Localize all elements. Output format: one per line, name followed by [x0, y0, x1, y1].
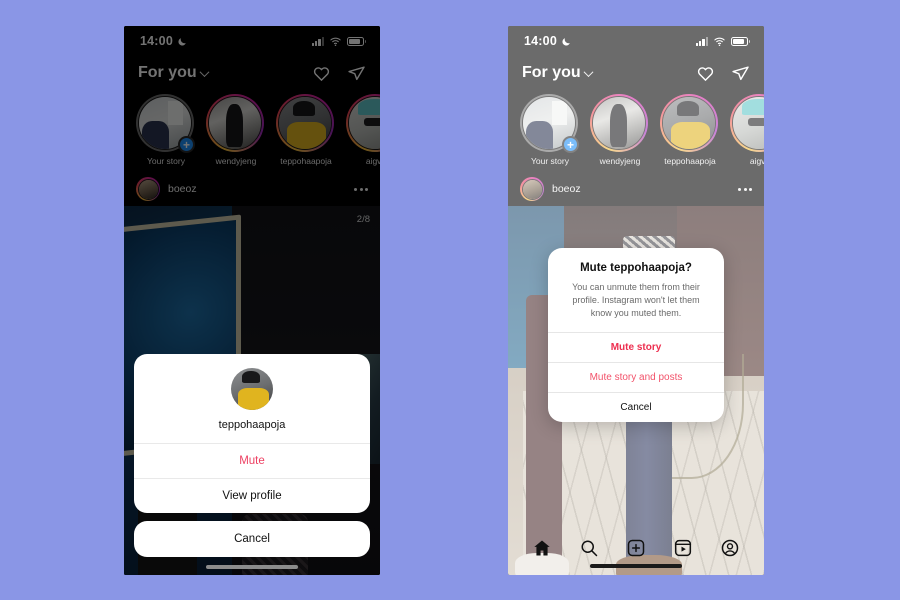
avatar — [348, 96, 380, 150]
action-sheet-username: teppohaapoja — [218, 419, 286, 431]
screenshot-canvas: 14:00 For you + Your story wendyjeng tep… — [0, 0, 900, 600]
feed-selector[interactable]: For you — [138, 64, 210, 82]
home-indicator — [590, 564, 682, 568]
story-item-teppohaapoja[interactable]: teppohaapoja — [660, 94, 720, 166]
avatar — [662, 96, 716, 150]
status-indicators — [311, 35, 366, 48]
story-item-your-story[interactable]: + Your story — [520, 94, 580, 166]
stories-tray: + Your story wendyjeng teppohaapoja aig — [508, 90, 764, 172]
mute-button[interactable]: Mute — [134, 443, 370, 478]
status-time-group: 14:00 — [524, 34, 571, 48]
battery-icon — [731, 36, 750, 46]
story-ring — [590, 94, 648, 152]
add-story-plus-icon[interactable]: + — [562, 136, 579, 153]
status-indicators — [695, 35, 750, 48]
avatar — [278, 96, 332, 150]
status-time-group: 14:00 — [140, 34, 187, 48]
more-options-icon[interactable] — [354, 187, 368, 191]
app-bar: For you — [508, 56, 764, 90]
feed-title: For you — [522, 64, 581, 81]
app-bar: For you — [124, 56, 380, 90]
app-bar-actions — [312, 64, 366, 83]
status-bar: 14:00 — [508, 26, 764, 56]
status-bar: 14:00 — [124, 26, 380, 56]
post-author-avatar[interactable] — [520, 177, 544, 201]
avatar — [592, 96, 646, 150]
home-indicator — [206, 565, 298, 569]
carousel-counter: 2/8 — [356, 214, 370, 225]
cellular-signal-icon — [695, 36, 708, 46]
heart-icon[interactable] — [696, 64, 715, 83]
story-item-aigvo[interactable]: aigvo — [730, 94, 764, 166]
action-sheet-profile: teppohaapoja — [134, 354, 370, 443]
story-label: aigvo — [365, 156, 380, 166]
feed-selector[interactable]: For you — [522, 64, 594, 82]
wifi-icon — [329, 35, 342, 48]
story-label: wendyjeng — [599, 156, 641, 166]
bottom-tab-bar — [508, 529, 764, 575]
more-options-icon[interactable] — [738, 187, 752, 191]
cancel-button[interactable]: Cancel — [134, 521, 370, 557]
action-sheet: teppohaapoja Mute View profile Cancel — [134, 354, 370, 557]
app-bar-actions — [696, 64, 750, 83]
dialog-message: You can unmute them from their profile. … — [572, 282, 700, 319]
mute-confirmation-dialog: Mute teppohaapoja? You can unmute them f… — [548, 248, 724, 423]
heart-icon[interactable] — [312, 64, 331, 83]
action-sheet-card: teppohaapoja Mute View profile — [134, 354, 370, 513]
wifi-icon — [713, 35, 726, 48]
create-post-icon[interactable] — [626, 538, 646, 558]
crescent-moon-icon — [561, 36, 571, 46]
story-item-your-story[interactable]: + Your story — [136, 94, 196, 166]
profile-icon[interactable] — [720, 538, 740, 558]
status-time: 14:00 — [524, 34, 557, 48]
story-ring — [660, 94, 718, 152]
dialog-header: Mute teppohaapoja? You can unmute them f… — [548, 248, 724, 332]
post-header: boeoz — [124, 172, 380, 206]
stories-tray: + Your story wendyjeng teppohaapoja aig — [124, 90, 380, 172]
story-ring — [206, 94, 264, 152]
story-ring: + — [136, 94, 195, 153]
chevron-down-icon — [199, 66, 210, 77]
story-label: Your story — [531, 156, 569, 166]
story-label: aigvo — [749, 156, 764, 166]
story-item-teppohaapoja[interactable]: teppohaapoja — [276, 94, 336, 166]
avatar — [231, 368, 273, 410]
story-ring — [276, 94, 334, 152]
post-author-name[interactable]: boeoz — [552, 183, 730, 195]
cancel-button[interactable]: Cancel — [548, 392, 724, 422]
dialog-title: Mute teppohaapoja? — [580, 262, 692, 274]
search-icon[interactable] — [579, 538, 599, 558]
crescent-moon-icon — [177, 36, 187, 46]
home-icon[interactable] — [532, 538, 552, 558]
mute-story-and-posts-button[interactable]: Mute story and posts — [548, 362, 724, 392]
post-author-name[interactable]: boeoz — [168, 183, 346, 195]
story-ring — [346, 94, 380, 152]
post-header: boeoz — [508, 172, 764, 206]
story-item-wendyjeng[interactable]: wendyjeng — [590, 94, 650, 166]
phone-mockup-right: 14:00 For you + Your story wendyjeng tep… — [508, 26, 764, 575]
story-label: teppohaapoja — [280, 156, 332, 166]
add-story-plus-icon[interactable]: + — [178, 136, 195, 153]
direct-message-icon[interactable] — [347, 64, 366, 83]
chevron-down-icon — [583, 66, 594, 77]
story-label: teppohaapoja — [664, 156, 716, 166]
story-item-wendyjeng[interactable]: wendyjeng — [206, 94, 266, 166]
story-ring: + — [520, 94, 579, 153]
story-label: Your story — [147, 156, 185, 166]
view-profile-button[interactable]: View profile — [134, 478, 370, 513]
direct-message-icon[interactable] — [731, 64, 750, 83]
status-time: 14:00 — [140, 34, 173, 48]
avatar — [732, 96, 764, 150]
avatar — [208, 96, 262, 150]
mute-story-button[interactable]: Mute story — [548, 332, 724, 362]
post-author-avatar[interactable] — [136, 177, 160, 201]
reels-icon[interactable] — [673, 538, 693, 558]
story-label: wendyjeng — [215, 156, 257, 166]
phone-mockup-left: 14:00 For you + Your story wendyjeng tep… — [124, 26, 380, 575]
story-ring — [730, 94, 764, 152]
cellular-signal-icon — [311, 36, 324, 46]
story-item-aigvo[interactable]: aigvo — [346, 94, 380, 166]
feed-title: For you — [138, 64, 197, 81]
battery-icon — [347, 36, 366, 46]
